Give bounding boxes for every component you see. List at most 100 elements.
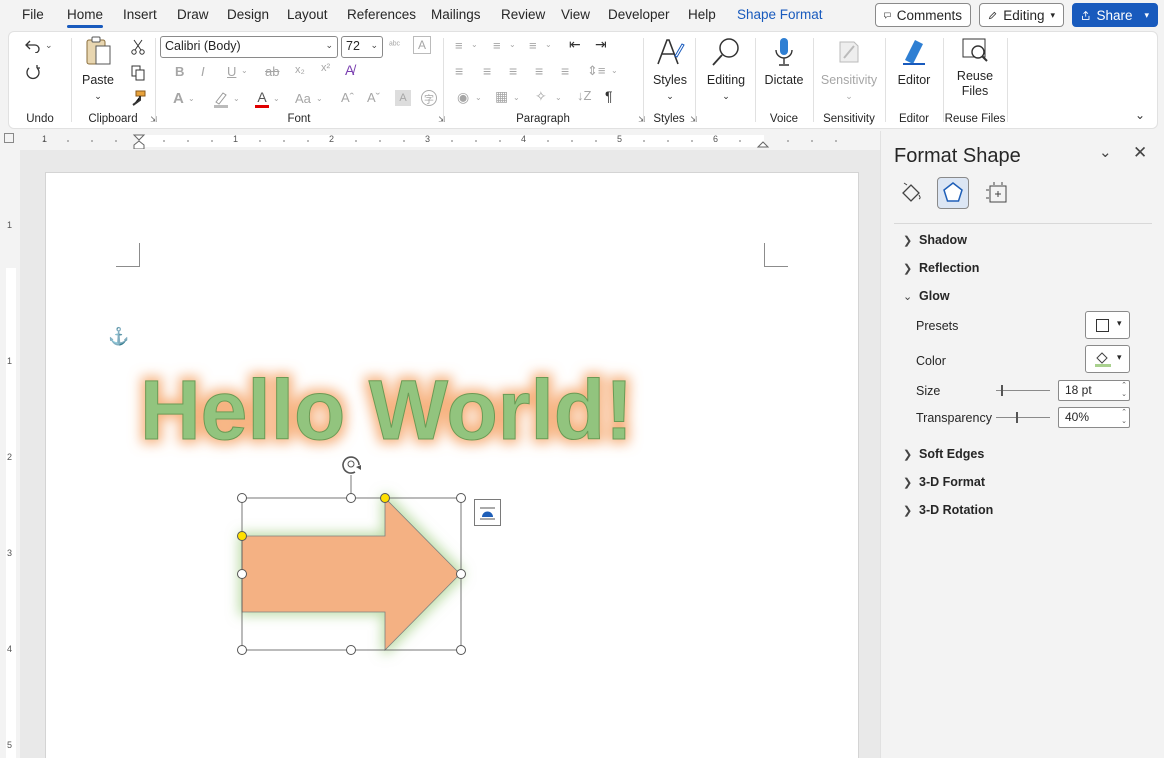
right-arrow-shape[interactable] xyxy=(241,497,461,651)
resize-handle[interactable] xyxy=(456,645,466,655)
shrink-font-size-icon[interactable]: Aˇ xyxy=(367,90,380,105)
adjustment-handle[interactable] xyxy=(380,493,390,503)
resize-handle[interactable] xyxy=(237,569,247,579)
anchor-icon[interactable]: ⚓ xyxy=(108,327,129,347)
pane-options-chevron-icon[interactable]: ⌄ xyxy=(1099,143,1112,161)
format-painter-icon[interactable] xyxy=(129,89,147,107)
line-spacing-icon[interactable]: ⇕≡ xyxy=(587,63,605,79)
styles-button[interactable]: Styles ⌄ xyxy=(649,36,691,102)
rotate-handle[interactable] xyxy=(342,456,361,474)
reflection-section[interactable]: ❯ Reflection xyxy=(903,261,979,275)
tab-developer[interactable]: Developer xyxy=(608,7,670,22)
chevron-down-icon[interactable]: ⌄ xyxy=(316,94,323,103)
3d-rotation-section[interactable]: ❯ 3-D Rotation xyxy=(903,503,993,517)
tab-design[interactable]: Design xyxy=(227,7,269,22)
adjustment-handle[interactable] xyxy=(237,531,247,541)
tab-insert[interactable]: Insert xyxy=(123,7,157,22)
ribbon-collapse-icon[interactable]: ⌄ xyxy=(1135,108,1145,122)
editor-button[interactable]: Editor xyxy=(891,36,937,88)
chevron-down-icon[interactable]: ⌄ xyxy=(471,40,478,49)
multilevel-list-icon[interactable]: ≡ xyxy=(529,38,537,53)
underline-icon[interactable]: U xyxy=(227,64,236,79)
grow-font-icon[interactable]: ᵃᵇᶜ xyxy=(389,40,400,51)
document-canvas[interactable]: ⚓ Hello World! xyxy=(20,150,880,758)
italic-icon[interactable]: I xyxy=(201,64,205,79)
tab-shape-format[interactable]: Shape Format xyxy=(737,7,823,22)
resize-handle[interactable] xyxy=(237,645,247,655)
sort-icon[interactable]: ↓Z xyxy=(577,88,591,103)
tab-help[interactable]: Help xyxy=(688,7,716,22)
arrow-shape[interactable] xyxy=(216,453,496,673)
chevron-down-icon[interactable]: ⌄ xyxy=(611,66,618,75)
decrease-indent-icon[interactable]: ⇤ xyxy=(569,36,581,53)
strikethrough-icon[interactable]: ab xyxy=(265,64,279,79)
spinner-arrows-icon[interactable]: ⌃ ⌄ xyxy=(1121,408,1127,426)
size-slider[interactable] xyxy=(996,385,1050,396)
horizontal-ruler[interactable]: 1 1 2 3 4 5 6 xyxy=(20,131,878,149)
chevron-down-icon[interactable]: ⌄ xyxy=(545,40,552,49)
text-effects-clear-icon[interactable]: A̸ xyxy=(345,62,354,78)
undo-dropdown-icon[interactable]: ⌄ xyxy=(45,40,53,51)
tab-review[interactable]: Review xyxy=(501,7,545,22)
shading-icon[interactable]: ◉ xyxy=(457,89,469,106)
soft-edges-section[interactable]: ❯ Soft Edges xyxy=(903,447,984,461)
chevron-down-icon[interactable]: ⌄ xyxy=(233,94,240,103)
editing-button[interactable]: Editing ⌄ xyxy=(703,36,749,102)
highlight-color-icon[interactable] xyxy=(211,90,231,108)
tab-draw[interactable]: Draw xyxy=(177,7,209,22)
tab-selector[interactable] xyxy=(4,133,14,143)
comments-button[interactable]: Comments xyxy=(875,3,971,27)
share-button[interactable]: Share ▾ xyxy=(1072,3,1158,27)
reuse-files-button[interactable]: Reuse Files xyxy=(949,36,1001,99)
bullets-icon[interactable]: ≡ xyxy=(455,38,463,53)
superscript-icon[interactable]: x² xyxy=(321,62,330,74)
font-size-combo[interactable]: 72 ⌄ xyxy=(341,36,383,58)
asian-layout-icon[interactable]: ✧ xyxy=(535,88,547,105)
tab-file[interactable]: File xyxy=(22,7,44,22)
chevron-down-icon[interactable]: ⌄ xyxy=(555,93,562,102)
dictate-button[interactable]: Dictate xyxy=(761,36,807,88)
glow-presets-dropdown[interactable]: ▾ xyxy=(1085,311,1130,339)
resize-handle[interactable] xyxy=(456,493,466,503)
increase-indent-icon[interactable]: ⇥ xyxy=(595,36,607,53)
size-spinner[interactable]: 18 pt ⌃ ⌄ xyxy=(1058,380,1130,401)
resize-handle[interactable] xyxy=(456,569,466,579)
grow-font-size-icon[interactable]: Aˆ xyxy=(341,90,354,105)
chevron-down-icon[interactable]: ⌄ xyxy=(241,66,248,75)
paste-button[interactable]: Paste ⌄ xyxy=(81,36,115,102)
numbering-icon[interactable]: ≡ xyxy=(493,38,501,53)
align-right-icon[interactable]: ≡ xyxy=(509,63,517,79)
slider-thumb[interactable] xyxy=(1016,412,1018,423)
wordart-text[interactable]: Hello World! xyxy=(126,351,706,461)
bold-icon[interactable]: B xyxy=(175,64,184,79)
tab-view[interactable]: View xyxy=(561,7,590,22)
copy-icon[interactable] xyxy=(129,64,147,82)
redo-icon[interactable] xyxy=(23,64,43,82)
show-formatting-marks-icon[interactable]: ¶ xyxy=(605,88,613,104)
transparency-spinner[interactable]: 40% ⌃ ⌄ xyxy=(1058,407,1130,428)
clear-formatting-icon[interactable]: A xyxy=(413,36,431,54)
close-icon[interactable]: ✕ xyxy=(1133,143,1147,163)
justify-icon[interactable]: ≡ xyxy=(535,63,543,79)
tab-references[interactable]: References xyxy=(347,7,416,22)
align-left-icon[interactable]: ≡ xyxy=(455,63,463,79)
spinner-arrows-icon[interactable]: ⌃ ⌄ xyxy=(1121,381,1127,399)
sensitivity-button[interactable]: Sensitivity ⌄ xyxy=(817,36,881,102)
resize-handle[interactable] xyxy=(346,493,356,503)
font-color-icon[interactable]: A xyxy=(253,89,271,109)
cut-icon[interactable] xyxy=(129,38,147,56)
subscript-icon[interactable]: x₂ xyxy=(295,64,305,76)
resize-handle[interactable] xyxy=(346,645,356,655)
tab-home[interactable]: Home xyxy=(67,7,104,28)
character-shading-icon[interactable]: A xyxy=(395,90,411,106)
size-properties-tab[interactable] xyxy=(985,181,1011,207)
transparency-slider[interactable] xyxy=(996,412,1050,423)
font-name-combo[interactable]: Calibri (Body) ⌄ xyxy=(160,36,338,58)
shadow-section[interactable]: ❯ Shadow xyxy=(903,233,967,247)
text-effects-icon[interactable]: A xyxy=(173,90,184,107)
vertical-ruler[interactable]: 1 1 2 3 4 5 xyxy=(4,150,18,758)
slider-thumb[interactable] xyxy=(1001,385,1003,396)
tab-mailings[interactable]: Mailings xyxy=(431,7,481,22)
align-center-icon[interactable]: ≡ xyxy=(483,63,491,79)
chevron-down-icon[interactable]: ⌄ xyxy=(273,94,280,103)
